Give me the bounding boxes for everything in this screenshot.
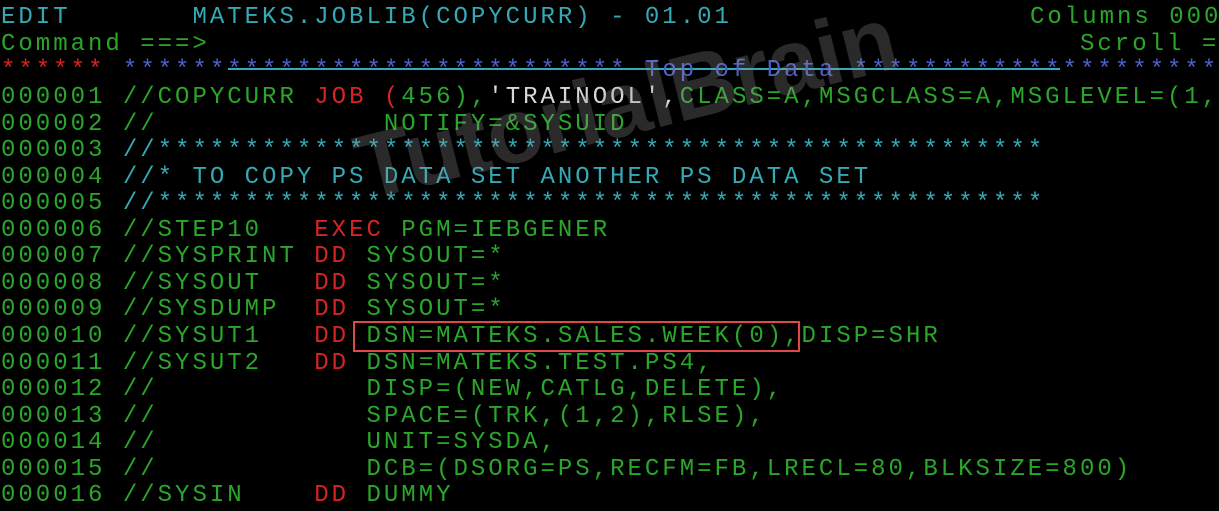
- code-segment: SYSOUT=*: [349, 296, 506, 324]
- code-segment: JOB (: [314, 84, 402, 111]
- marker-right-stars: *********************: [853, 57, 1219, 84]
- code-segment: SYSOUT=*: [349, 243, 506, 271]
- code-segment: // DISP=(NEW,CATLG,DELETE),: [122, 376, 785, 404]
- line-number[interactable]: 000009: [1, 296, 105, 323]
- code-segment: DD: [314, 296, 350, 324]
- code-segment: //SYSOUT: [122, 269, 315, 297]
- line-number[interactable]: 000012: [1, 376, 105, 403]
- source-line[interactable]: 000016 //SYSIN DD DUMMY: [1, 483, 454, 509]
- line-number[interactable]: 000016: [1, 482, 105, 509]
- scroll-label: Scroll =: [1080, 31, 1219, 58]
- line-number[interactable]: 000014: [1, 429, 105, 456]
- code-segment: //STEP10: [122, 216, 315, 244]
- top-of-data-marker: ****** ***************************** Top…: [1, 58, 1219, 84]
- line-number[interactable]: 000008: [1, 270, 105, 297]
- source-line[interactable]: 000002 // NOTIFY=&SYSUID: [1, 110, 628, 138]
- line-number[interactable]: 000003: [1, 137, 105, 164]
- source-line[interactable]: 000001 //COPYCURR JOB (456),'TRAINOOL',C…: [1, 85, 1219, 111]
- code-segment: //SYSUT2: [122, 349, 315, 377]
- source-line[interactable]: 000008 //SYSOUT DD SYSOUT=*: [1, 269, 506, 297]
- highlight-box: [353, 321, 800, 352]
- line-number[interactable]: 000002: [1, 111, 105, 138]
- code-segment: // SPACE=(TRK,(1,2),RLSE),: [122, 402, 767, 430]
- source-line[interactable]: 000004 //* TO COPY PS DATA SET ANOTHER P…: [1, 163, 872, 191]
- code-segment: PGM=IEBGENER: [383, 216, 611, 244]
- code-segment: //COPYCURR: [122, 84, 315, 111]
- line-number[interactable]: 000004: [1, 164, 105, 191]
- code-segment: //SYSPRINT: [122, 243, 315, 271]
- line-number[interactable]: 000007: [1, 243, 105, 270]
- code-segment: //**************************************…: [122, 137, 1046, 165]
- code-segment: // NOTIFY=&SYSUID: [122, 110, 628, 138]
- source-line[interactable]: 000009 //SYSDUMP DD SYSOUT=*: [1, 297, 506, 323]
- marker-left-stars: *****************************: [122, 57, 628, 84]
- line-number[interactable]: 000015: [1, 456, 105, 483]
- code-segment: DD: [314, 322, 350, 350]
- code-segment: DSN=MATEKS.TEST.PS4,: [349, 349, 715, 377]
- code-segment: // UNIT=SYSDA,: [122, 429, 558, 457]
- line-number[interactable]: 000006: [1, 217, 105, 244]
- header-row: EDIT MATEKS.JOBLIB(COPYCURR) - 01.01: [1, 5, 732, 31]
- code-segment: SYSOUT=*: [349, 269, 506, 297]
- code-segment: // DCB=(DSORG=PS,RECFM=FB,LRECL=80,BLKSI…: [122, 455, 1133, 483]
- marker-red-stars: ******: [1, 57, 106, 84]
- line-number[interactable]: 000001: [1, 84, 105, 111]
- code-segment: DUMMY: [349, 482, 454, 510]
- code-segment: //* TO COPY PS DATA SET ANOTHER PS DATA …: [122, 163, 872, 191]
- code-segment: DD: [314, 269, 350, 297]
- edit-mode-label: EDIT: [1, 4, 71, 31]
- source-line[interactable]: 000012 // DISP=(NEW,CATLG,DELETE),: [1, 377, 784, 403]
- source-line[interactable]: 000007 //SYSPRINT DD SYSOUT=*: [1, 244, 506, 270]
- source-line[interactable]: 000011 //SYSUT2 DD DSN=MATEKS.TEST.PS4,: [1, 349, 715, 377]
- source-line[interactable]: 000005 //*******************************…: [1, 191, 1045, 217]
- code-segment: 456),: [401, 84, 489, 111]
- columns-label: Columns 000: [1030, 4, 1219, 31]
- code-segment: EXEC: [314, 216, 384, 244]
- line-number[interactable]: 000005: [1, 190, 105, 217]
- code-segment: DD: [314, 349, 350, 377]
- source-line[interactable]: 000013 // SPACE=(TRK,(1,2),RLSE),: [1, 402, 767, 430]
- code-segment: //SYSDUMP: [122, 296, 315, 324]
- dataset-title: MATEKS.JOBLIB(COPYCURR) - 01.01: [192, 4, 732, 31]
- top-of-data-label: Top of Data: [644, 57, 837, 84]
- code-segment: 'TRAINOOL',: [488, 84, 680, 111]
- source-line[interactable]: 000003 //*******************************…: [1, 138, 1045, 164]
- source-line[interactable]: 000014 // UNIT=SYSDA,: [1, 430, 558, 456]
- code-segment: //SYSUT1: [122, 322, 315, 350]
- code-segment: DD: [314, 482, 350, 510]
- command-label: Command ===>: [1, 31, 210, 58]
- source-line[interactable]: 000006 //STEP10 EXEC PGM=IEBGENER: [1, 216, 611, 244]
- code-segment: CLASS=A,MSGCLASS=A,MSGLEVEL=(1,: [679, 84, 1219, 111]
- line-number[interactable]: 000011: [1, 350, 105, 377]
- code-segment: //**************************************…: [122, 190, 1046, 218]
- line-number[interactable]: 000010: [1, 323, 105, 350]
- code-segment: //SYSIN: [122, 482, 315, 510]
- source-line[interactable]: 000015 // DCB=(DSORG=PS,RECFM=FB,LRECL=8…: [1, 455, 1133, 483]
- line-number[interactable]: 000013: [1, 403, 105, 430]
- code-segment: DD: [314, 243, 350, 271]
